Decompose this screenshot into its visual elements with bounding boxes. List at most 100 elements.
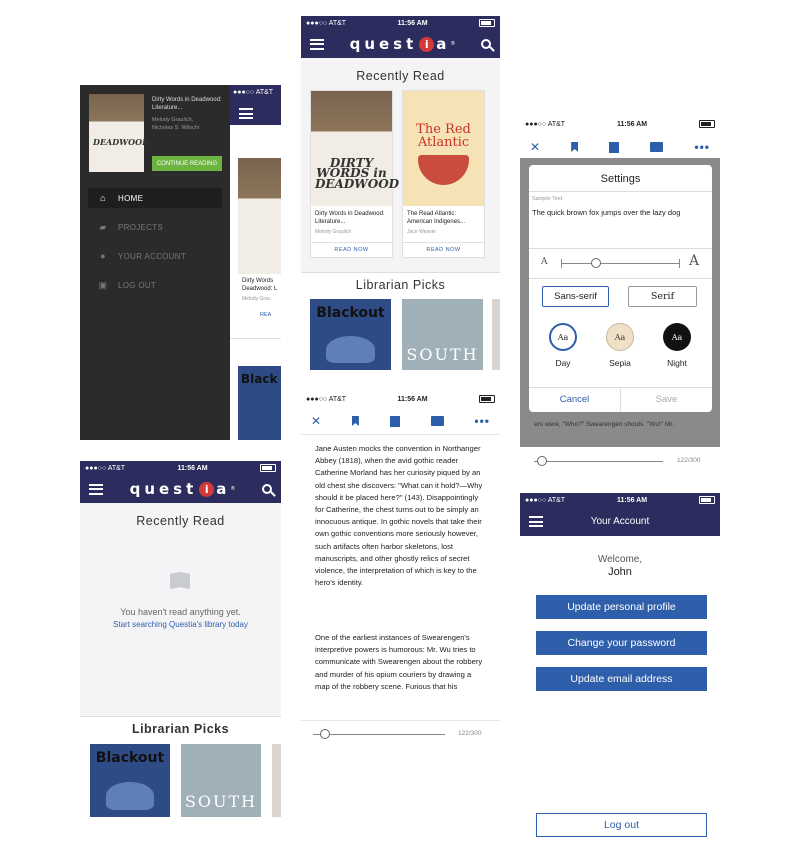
user-name: John: [608, 566, 632, 578]
empty-home-screen: ●●●○○ AT&T 11:56 AM quest i a ® Recently Re…: [80, 461, 281, 817]
start-searching-link[interactable]: Start searching Questia's library today: [80, 620, 281, 629]
theme-night-button[interactable]: Aa: [663, 323, 691, 351]
menu-item-projects[interactable]: ▰ PROJECTS: [88, 217, 222, 237]
add-folder-icon[interactable]: [430, 416, 444, 426]
peek-divider: [230, 338, 281, 339]
settings-title: Settings: [600, 173, 641, 185]
status-bar: ●●●○○ AT&T 11:56 AM: [520, 493, 720, 507]
menu-item-label: LOG OUT: [118, 280, 157, 290]
page-title: Your Account: [590, 516, 650, 527]
bookmark-icon[interactable]: [351, 416, 359, 426]
save-button[interactable]: Save: [621, 387, 712, 412]
read-now-button[interactable]: READ NOW: [403, 242, 484, 257]
close-icon[interactable]: ✕: [311, 414, 321, 428]
page-slider[interactable]: [534, 461, 663, 462]
side-menu-screen: ●●●○○ AT&T Dirty Words Deadwood: L Melod…: [80, 85, 281, 440]
questia-logo: quest i a ®: [349, 35, 456, 53]
page-slider[interactable]: [313, 734, 445, 735]
settings-panel: Settings Sample Text The quick brown fox…: [529, 165, 712, 412]
reader-paragraph-1: Jane Austen mocks the convention in Nort…: [315, 444, 483, 588]
battery-icon: [478, 19, 495, 27]
page-slider-handle[interactable]: [537, 456, 547, 466]
add-folder-icon[interactable]: [650, 142, 664, 152]
slider-end-tick: [561, 259, 562, 268]
read-now-button[interactable]: READ NOW: [311, 242, 392, 257]
pick-cover[interactable]: Blackout: [310, 299, 391, 370]
peek-cover: [238, 158, 281, 274]
font-sans-serif-button[interactable]: Sans-serif: [542, 286, 609, 307]
pick-cover-partial: [272, 744, 281, 817]
pick-cover[interactable]: Blackout: [90, 744, 170, 817]
recently-read-heading: Recently Read: [136, 514, 225, 528]
empty-message: You haven't read anything yet.: [120, 607, 241, 617]
book-title: Dirty Words in Deadwood: Literature...: [315, 211, 385, 225]
battery-icon: [259, 464, 276, 472]
peek-blackout-cover: Black: [238, 366, 281, 440]
update-profile-button[interactable]: Update personal profile: [536, 595, 707, 619]
update-email-button[interactable]: Update email address: [536, 667, 707, 691]
book-author: Melody Graulich: [315, 228, 352, 235]
size-divider: [529, 278, 712, 279]
slider-end-tick: [679, 259, 680, 268]
menu-item-label: YOUR ACCOUNT: [118, 251, 187, 261]
section-divider: [301, 272, 500, 273]
menu-icon[interactable]: [310, 38, 324, 50]
menu-icon[interactable]: [89, 483, 103, 495]
librarian-picks-heading: Librarian Picks: [131, 722, 230, 736]
folder-icon: ▰: [99, 221, 107, 232]
font-serif-button[interactable]: Serif: [628, 286, 697, 307]
cancel-button[interactable]: Cancel: [529, 387, 620, 412]
battery-icon: [698, 496, 715, 504]
book-cover: The Red Atlantic: [403, 91, 484, 206]
book-card[interactable]: DIRTY WORDS in DEADWOOD Dirty Words in D…: [310, 90, 399, 258]
pick-cover[interactable]: SOUTH: [402, 299, 483, 370]
menu-book-title: Dirty Words in Deadwood: Literature...: [152, 97, 222, 111]
add-note-icon[interactable]: [389, 415, 400, 427]
page-indicator: 122/300: [677, 457, 701, 464]
book-card[interactable]: The Red Atlantic The Read Atlantic: Amer…: [402, 90, 485, 258]
peek-menu-icon[interactable]: [239, 108, 253, 119]
carrier: ●●●○○ AT&T: [525, 496, 566, 504]
person-icon: ●: [100, 251, 106, 261]
page-slider-handle[interactable]: [319, 729, 330, 739]
theme-night-label: Night: [667, 358, 687, 368]
font-size-slider-handle[interactable]: [591, 258, 602, 268]
menu-item-label: HOME: [118, 193, 144, 203]
menu-item-home[interactable]: ⌂ HOME: [88, 188, 222, 208]
font-size-slider[interactable]: [561, 263, 679, 264]
more-icon[interactable]: •••: [694, 140, 710, 154]
menu-panel: DEADWOOD Dirty Words in Deadwood: Litera…: [80, 85, 230, 440]
book-cover: DIRTY WORDS in DEADWOOD: [311, 91, 399, 206]
menu-item-log-out[interactable]: ▣ LOG OUT: [88, 275, 222, 295]
continue-reading-button[interactable]: CONTINUE READING: [152, 156, 222, 171]
app-header: quest i a ®: [80, 475, 281, 503]
bookmark-icon[interactable]: [571, 142, 579, 152]
open-book-icon: [170, 572, 190, 589]
more-icon[interactable]: •••: [474, 414, 490, 428]
peek-navbar: ●●●○○ AT&T: [230, 85, 281, 125]
menu-item-your-account[interactable]: ● YOUR ACCOUNT: [88, 246, 222, 266]
pick-cover[interactable]: SOUTH: [181, 744, 261, 817]
search-icon[interactable]: [480, 39, 491, 49]
app-header: Your Account: [520, 507, 720, 536]
bottom-divider: [301, 720, 500, 721]
font-size-large-label: A: [689, 253, 700, 269]
carrier: ●●●○○ AT&T: [525, 120, 566, 128]
behind-text: ers were, "Who?" Swearengen shouts. "Wu!…: [534, 421, 674, 428]
battery-icon: [698, 120, 715, 128]
close-icon[interactable]: ✕: [530, 140, 540, 154]
theme-day-button[interactable]: Aa: [549, 323, 577, 351]
theme-sepia-button[interactable]: Aa: [606, 323, 634, 351]
add-note-icon[interactable]: [609, 141, 620, 153]
search-icon[interactable]: [261, 484, 272, 494]
menu-icon[interactable]: [529, 516, 543, 527]
peek-read-link[interactable]: REA: [260, 312, 271, 318]
log-out-button[interactable]: Log out: [536, 813, 707, 837]
sample-label: Sample Text: [532, 196, 563, 202]
reader-paragraph-2: One of the earliest instances of Swearen…: [315, 633, 483, 691]
clock: 11:56 AM: [397, 19, 428, 27]
peek-author: Melody Grau: [242, 296, 271, 302]
reader-toolbar: ✕ •••: [520, 136, 720, 158]
home-screen: ●●●○○ AT&T 11:56 AM quest i a ® Recently Re…: [301, 16, 500, 370]
change-password-button[interactable]: Change your password: [536, 631, 707, 655]
